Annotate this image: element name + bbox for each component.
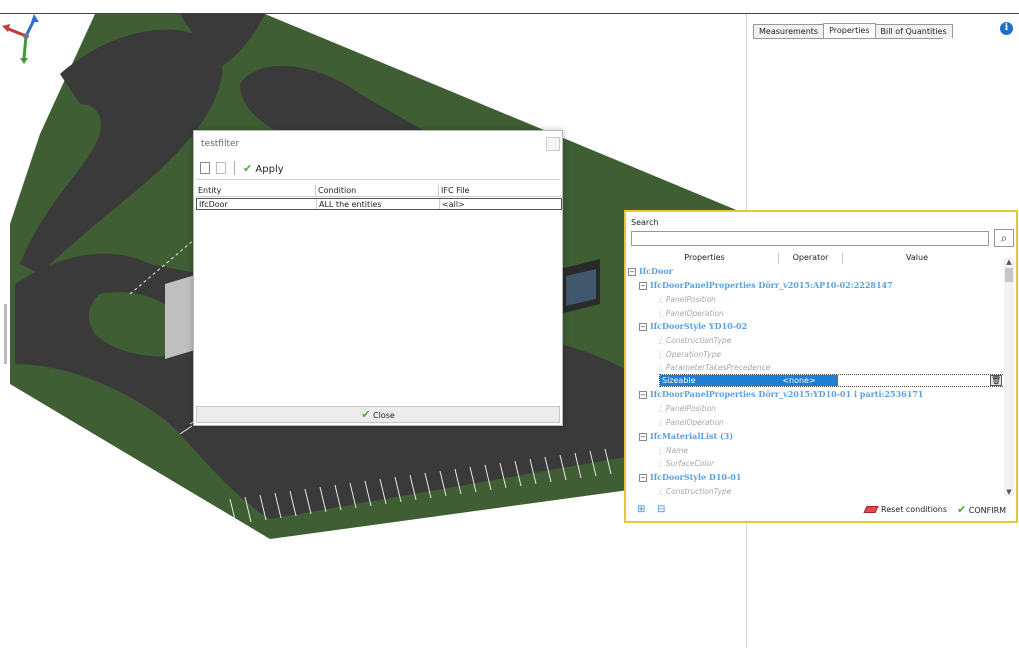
tree-leaf[interactable]: ⎿ ConstructionType: [656, 334, 731, 347]
apply-label: Apply: [255, 163, 284, 175]
tab-properties[interactable]: Properties: [823, 23, 876, 38]
tree-leaf[interactable]: ⎿ Name: [656, 444, 688, 457]
column-header-operator[interactable]: Operator: [779, 252, 843, 264]
collapse-icon[interactable]: −: [639, 391, 647, 399]
delete-icon[interactable]: 🗑: [990, 375, 1002, 386]
tree-node[interactable]: − IfcMaterialList (3): [639, 430, 733, 443]
column-header-value[interactable]: Value: [843, 252, 991, 264]
collapse-tree-icon[interactable]: ⊟: [657, 504, 669, 515]
top-bar: [0, 0, 1019, 14]
filter-dialog: testfilter ✔ Apply Entity Condition IFC …: [193, 130, 563, 426]
new-document-icon[interactable]: [200, 162, 210, 174]
column-header-ifc-file[interactable]: IFC File: [439, 185, 560, 196]
column-header-condition[interactable]: Condition: [316, 185, 439, 196]
condition-footer: ⊞ ⊟ Reset conditions ✔ CONFIRM: [631, 503, 1011, 517]
tree-leaf[interactable]: ⎿ SurfaceColor: [656, 457, 714, 470]
magnifier-icon[interactable]: ⌕: [994, 229, 1014, 247]
collapse-icon[interactable]: −: [639, 323, 647, 331]
reset-label: Reset conditions: [881, 505, 948, 514]
selected-row-highlight: Sizeable <none>: [660, 375, 838, 386]
column-header-properties[interactable]: Properties: [631, 252, 779, 264]
info-icon[interactable]: i: [1000, 22, 1013, 35]
dialog-title: testfilter: [201, 139, 240, 149]
value-field[interactable]: [838, 375, 1004, 386]
cell-condition: ALL the entities: [317, 199, 440, 209]
tree-leaf[interactable]: ⎿ PanelOperation: [656, 416, 724, 429]
expand-tree-icon[interactable]: ⊞: [637, 504, 649, 515]
eraser-icon: [863, 506, 879, 513]
scroll-down-icon[interactable]: ▼: [1004, 488, 1014, 496]
selected-condition-row[interactable]: Sizeable <none> 🗑: [659, 374, 1004, 387]
table-header: Entity Condition IFC File: [196, 185, 562, 197]
tree-node[interactable]: − IfcDoorPanelProperties Dörr_v2015:AP10-…: [639, 279, 893, 292]
collapse-icon[interactable]: −: [639, 433, 647, 441]
cell-ifc-file: <all>: [442, 200, 465, 209]
tab-bill-of-quantities[interactable]: Bill of Quantities: [874, 24, 953, 38]
search-label: Search: [631, 218, 659, 227]
collapse-icon[interactable]: −: [639, 282, 647, 290]
dialog-close-button[interactable]: [546, 137, 560, 151]
toolbar-separator: [234, 161, 235, 175]
scroll-up-icon[interactable]: ▲: [1004, 258, 1014, 266]
confirm-button[interactable]: ✔ CONFIRM: [957, 503, 1006, 518]
collapse-icon[interactable]: −: [639, 474, 647, 482]
close-label: Close: [372, 411, 395, 420]
checkmark-icon: ✔: [361, 408, 371, 421]
tab-measurements[interactable]: Measurements: [753, 24, 825, 38]
toolbar-divider: [196, 179, 560, 180]
search-input[interactable]: [631, 231, 989, 246]
column-header-entity[interactable]: Entity: [196, 185, 316, 196]
tree-leaf[interactable]: ⎿ ParameterTakesPrecedence: [656, 361, 770, 374]
selected-property: Sizeable: [662, 376, 696, 385]
collapse-icon[interactable]: −: [628, 268, 636, 276]
tree-leaf[interactable]: ⎿ PanelOperation: [656, 307, 724, 320]
axis-gizmo-icon[interactable]: [0, 14, 44, 66]
condition-panel: Search ⌕ Properties Operator Value − IfcD…: [624, 210, 1018, 523]
scrollbar-thumb[interactable]: [1005, 268, 1013, 282]
checkmark-icon: ✔: [243, 161, 253, 175]
tree-node[interactable]: − IfcDoor: [628, 265, 673, 278]
tree-leaf[interactable]: ⎿ OperationType: [656, 348, 721, 361]
operator-dropdown[interactable]: <none>: [760, 375, 838, 386]
apply-button[interactable]: ✔ Apply: [243, 162, 284, 175]
checkmark-icon: ✔: [957, 503, 967, 516]
table-row[interactable]: IfcDoor ALL the entities <all>: [196, 198, 562, 210]
vertical-scrollbar[interactable]: ▲ ▼: [1004, 258, 1014, 496]
confirm-label: CONFIRM: [968, 506, 1007, 515]
tree-header: Properties Operator Value: [631, 252, 1009, 264]
tree-node[interactable]: − IfcDoorStyle D10-01: [639, 471, 741, 484]
cell-entity: IfcDoor: [197, 199, 317, 209]
close-button[interactable]: ✔ Close: [196, 406, 560, 423]
reset-conditions-button[interactable]: Reset conditions: [863, 503, 948, 517]
tree-leaf[interactable]: ⎿ PanelPosition: [656, 402, 716, 415]
tree-leaf[interactable]: ⎿ PanelPosition: [656, 293, 716, 306]
panel-tabs: Measurements Properties Bill of Quantiti…: [753, 23, 953, 38]
tab-underline: [753, 38, 943, 39]
document-icon[interactable]: [216, 162, 226, 174]
filter-table: Entity Condition IFC File IfcDoor ALL th…: [196, 185, 562, 210]
tree-leaf[interactable]: ⎿ ConstructionType: [656, 485, 731, 498]
tree-node[interactable]: − IfcDoorPanelProperties Dörr_v2015:YD10-…: [639, 388, 923, 401]
dialog-toolbar: ✔ Apply: [200, 161, 284, 175]
property-tree: − IfcDoor − IfcDoorPanelProperties Dörr_v2…: [626, 265, 1004, 498]
tree-node[interactable]: − IfcDoorStyle YD10-02: [639, 320, 747, 333]
